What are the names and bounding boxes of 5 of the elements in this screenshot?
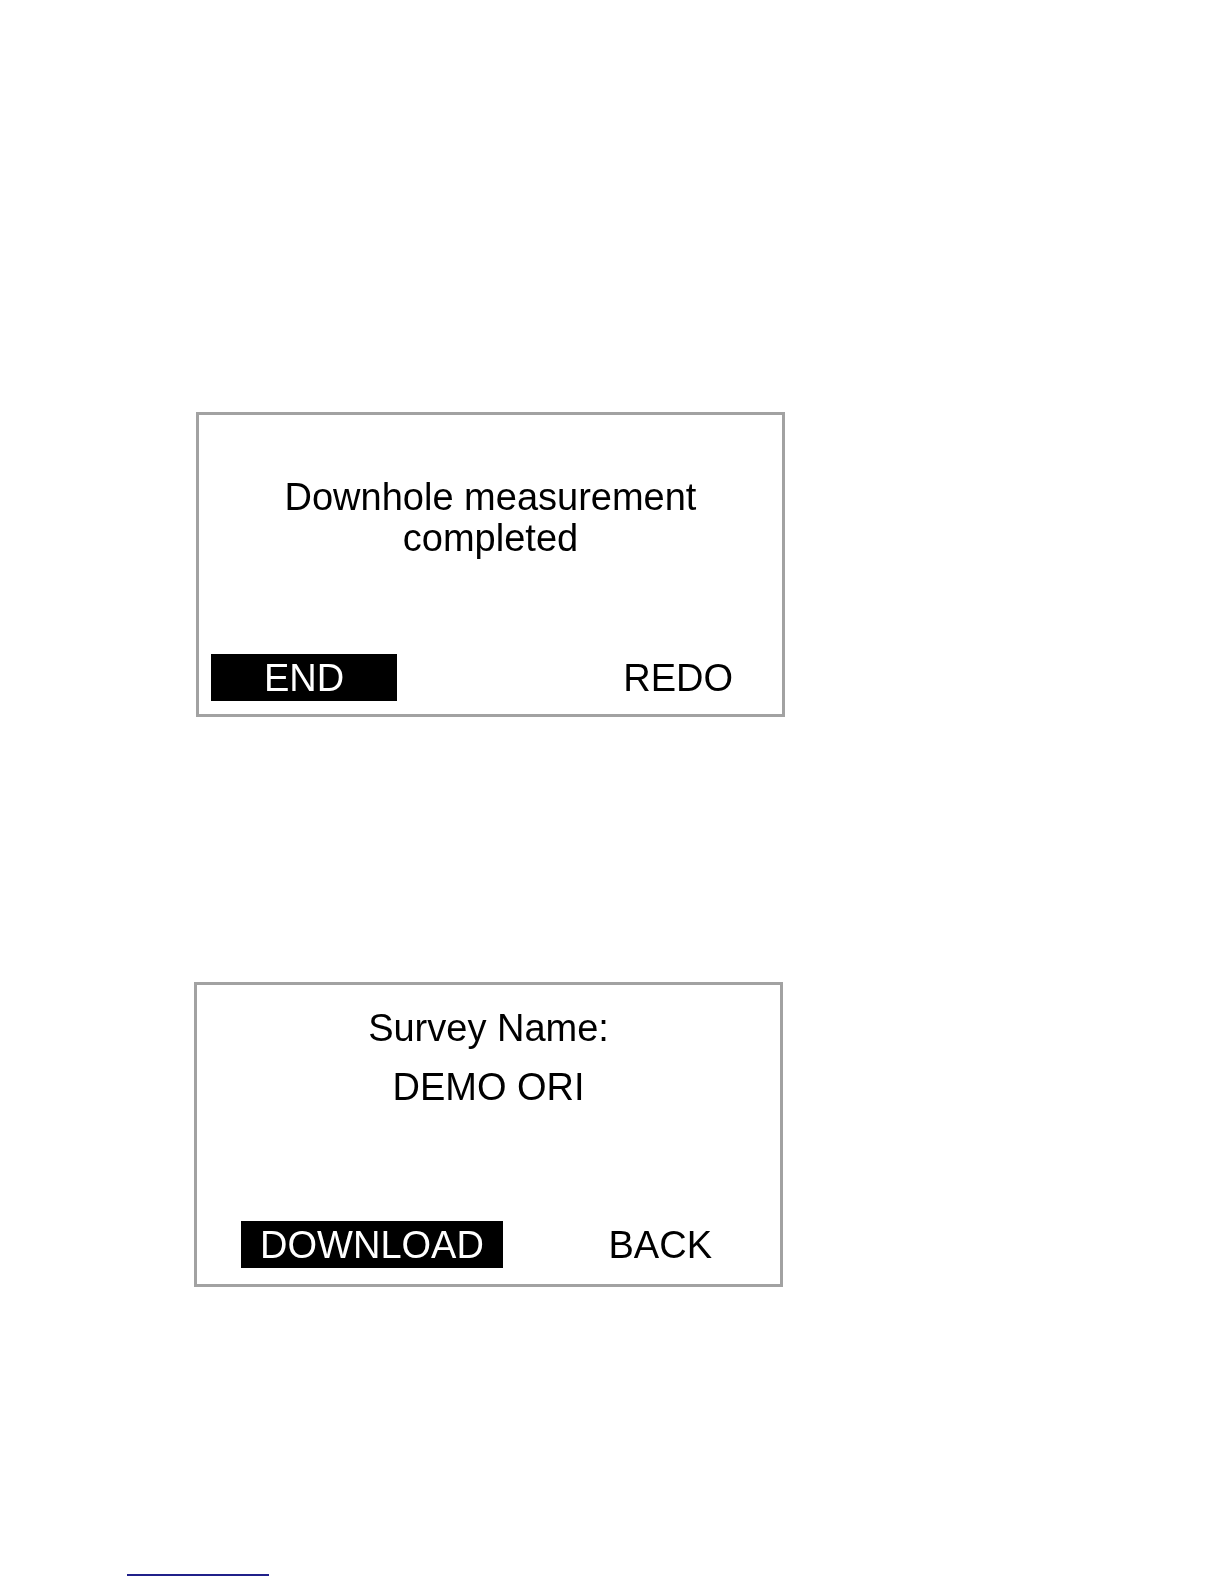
status-message: Downhole measurement completed xyxy=(283,477,698,559)
field-value: DEMO ORI xyxy=(392,1067,585,1108)
softkey-button[interactable]: DOWNLOAD xyxy=(241,1221,503,1268)
field-label: Survey Name: xyxy=(368,1008,609,1049)
softkey-button[interactable]: END xyxy=(211,654,397,701)
